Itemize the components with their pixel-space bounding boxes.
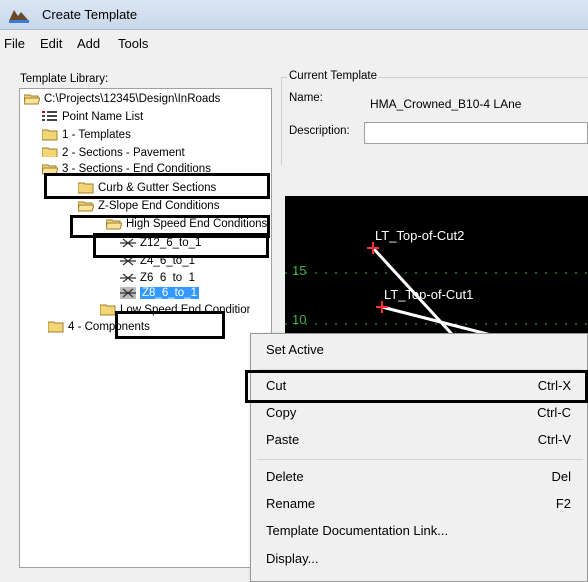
menu-item-doc-link[interactable]: Template Documentation Link... bbox=[251, 520, 588, 542]
menu-item-label: Rename bbox=[266, 496, 316, 511]
menu-item-display[interactable]: Display... bbox=[251, 548, 588, 570]
app-icon bbox=[9, 10, 29, 23]
menu-item-paste[interactable]: Paste Ctrl-V bbox=[251, 429, 588, 451]
elevation-tick: 15 bbox=[292, 263, 307, 278]
folder-icon bbox=[42, 129, 58, 141]
window-title: Create Template bbox=[42, 7, 138, 22]
current-template-group bbox=[281, 77, 588, 165]
name-label: Name: bbox=[289, 92, 323, 104]
menu-edit[interactable]: Edit bbox=[40, 36, 62, 51]
menu-item-shortcut: F2 bbox=[555, 496, 571, 511]
current-template-label: Current Template bbox=[287, 70, 379, 82]
template-icon bbox=[120, 273, 136, 282]
slope-line bbox=[381, 305, 496, 338]
menu-item-label: Template Documentation Link... bbox=[266, 523, 449, 538]
menu-item-shortcut: Ctrl-C bbox=[537, 405, 571, 420]
folder-open-icon bbox=[78, 201, 94, 212]
tree-item-label-selected: Z8_6_to_1 bbox=[140, 287, 199, 299]
tree-item-sections-pavement[interactable]: 2 - Sections - Pavement bbox=[42, 145, 185, 157]
tree-item-label: C:\Projects\12345\Design\InRoads bbox=[44, 93, 221, 105]
folder-icon bbox=[100, 304, 116, 316]
menu-item-label: Copy bbox=[266, 405, 297, 420]
highlight-box bbox=[44, 173, 270, 199]
point-marker bbox=[376, 301, 388, 313]
menu-item-delete[interactable]: Delete Del bbox=[251, 466, 588, 488]
tree-item-label: Z-Slope End Conditions bbox=[98, 200, 220, 212]
menu-item-label: Delete bbox=[266, 469, 304, 484]
tree-item-z6[interactable]: Z6_6_to_1 bbox=[120, 270, 195, 282]
menu-item-set-active[interactable]: Set Active bbox=[251, 339, 588, 361]
menu-separator bbox=[257, 459, 583, 460]
highlight-box-copy bbox=[245, 370, 588, 403]
menu-item-copy[interactable]: Copy Ctrl-C bbox=[251, 402, 588, 424]
point-label: LT_Top-of-Cut2 bbox=[375, 228, 465, 243]
menu-add[interactable]: Add bbox=[77, 36, 100, 51]
menu-item-label: Display... bbox=[266, 551, 319, 566]
menu-item-label: Paste bbox=[266, 432, 300, 447]
menu-item-label: Set Active bbox=[266, 342, 324, 357]
tree-item-z-slope[interactable]: Z-Slope End Conditions bbox=[78, 198, 219, 214]
description-label: Description: bbox=[289, 125, 350, 137]
tree-item-z8[interactable]: Z8_6_to_1 bbox=[120, 285, 199, 301]
name-value: HMA_Crowned_B10-4 LAne bbox=[370, 97, 522, 111]
menu-tools[interactable]: Tools bbox=[118, 36, 148, 51]
folder-icon bbox=[42, 147, 58, 157]
tree-item-label: 2 - Sections - Pavement bbox=[62, 147, 185, 157]
menu-item-shortcut: Del bbox=[551, 469, 571, 484]
tree-item-label: Point Name List bbox=[62, 111, 144, 123]
tree-item-point-name-list[interactable]: Point Name List bbox=[42, 109, 143, 125]
folder-open-icon bbox=[24, 94, 40, 105]
folder-icon bbox=[48, 321, 64, 333]
tree-item-label: 1 - Templates bbox=[62, 129, 131, 141]
menu-file[interactable]: File bbox=[4, 36, 25, 51]
tree-item-label: Z6_6_to_1 bbox=[140, 272, 195, 282]
menu-item-rename[interactable]: Rename F2 bbox=[251, 493, 588, 515]
highlight-box bbox=[93, 233, 269, 258]
template-icon bbox=[120, 286, 136, 299]
description-field[interactable] bbox=[364, 122, 588, 144]
menu-item-shortcut: Ctrl-V bbox=[537, 432, 571, 447]
elevation-tick: 10 bbox=[292, 312, 307, 327]
title-bar: Create Template bbox=[0, 0, 588, 30]
template-library-label: Template Library: bbox=[20, 73, 109, 85]
list-icon bbox=[42, 110, 57, 121]
tree-item-templates[interactable]: 1 - Templates bbox=[42, 127, 131, 143]
menu-bar: File Edit Add Tools bbox=[0, 30, 588, 58]
tree-item-root[interactable]: C:\Projects\12345\Design\InRoads bbox=[24, 91, 220, 107]
highlight-box bbox=[115, 311, 225, 339]
point-label: LT_Top-of-Cut1 bbox=[384, 287, 474, 302]
